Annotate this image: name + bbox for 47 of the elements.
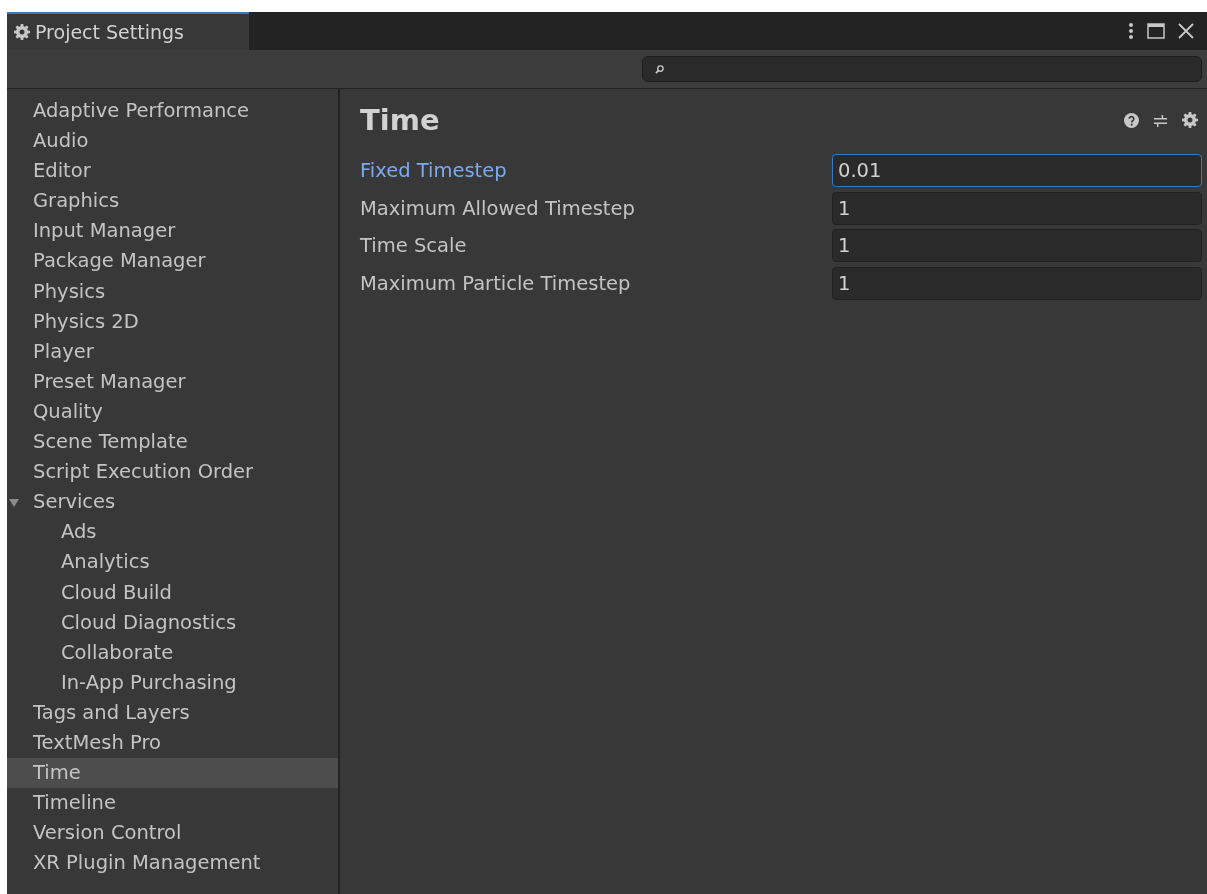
- input-field[interactable]: 0.01: [832, 154, 1202, 188]
- settings-item[interactable]: Cloud Diagnostics: [7, 607, 338, 638]
- search-icon: [655, 64, 664, 74]
- settings-item[interactable]: Tags and Layers: [7, 697, 338, 728]
- settings-item[interactable]: Cloud Build: [7, 577, 338, 608]
- field-label: Fixed Timestep: [360, 159, 508, 183]
- settings-item[interactable]: Timeline: [7, 788, 338, 819]
- page-title: Time: [360, 103, 441, 137]
- gear-icon: [14, 24, 30, 40]
- settings-item[interactable]: Editor: [7, 156, 338, 187]
- settings-item[interactable]: Ads: [7, 517, 338, 548]
- field-label: Maximum Particle Timestep: [360, 271, 632, 295]
- window-tab[interactable]: Project Settings: [7, 12, 249, 50]
- close-icon[interactable]: [1178, 23, 1194, 39]
- expand-arrow-icon[interactable]: [9, 498, 19, 509]
- settings-item[interactable]: Script Execution Order: [7, 457, 338, 488]
- help-icon[interactable]: [1124, 112, 1139, 128]
- settings-item[interactable]: Services: [7, 487, 338, 518]
- settings-item[interactable]: Audio: [7, 126, 338, 157]
- settings-item[interactable]: Time: [7, 758, 338, 789]
- settings-item[interactable]: In-App Purchasing: [7, 667, 338, 698]
- settings-item[interactable]: Preset Manager: [7, 366, 338, 397]
- settings-item[interactable]: Physics: [7, 276, 338, 307]
- settings-item[interactable]: Graphics: [7, 186, 338, 217]
- settings-item[interactable]: Input Manager: [7, 216, 338, 247]
- input-field[interactable]: 1: [832, 229, 1202, 263]
- settings-item[interactable]: Package Manager: [7, 246, 338, 277]
- settings-item[interactable]: Collaborate: [7, 637, 338, 668]
- settings-item[interactable]: Quality: [7, 396, 338, 428]
- settings-item[interactable]: Scene Template: [7, 427, 338, 458]
- field-label: Maximum Allowed Timestep: [360, 196, 636, 220]
- settings-item[interactable]: XR Plugin Management: [7, 848, 338, 879]
- search-field[interactable]: [642, 56, 1202, 82]
- window-title: Project Settings: [35, 21, 184, 43]
- input-field[interactable]: 1: [832, 191, 1202, 225]
- input-field[interactable]: 1: [832, 266, 1202, 300]
- settings-item[interactable]: Player: [7, 336, 338, 367]
- settings-item[interactable]: Version Control: [7, 818, 338, 849]
- settings-item[interactable]: Adaptive Performance: [7, 96, 338, 127]
- settings-item[interactable]: TextMesh Pro: [7, 727, 338, 759]
- gear-icon[interactable]: [1182, 112, 1198, 128]
- maximize-icon[interactable]: [1147, 23, 1165, 39]
- settings-item[interactable]: Physics 2D: [7, 306, 338, 337]
- settings-item[interactable]: Analytics: [7, 547, 338, 578]
- more-menu-icon[interactable]: [1128, 22, 1134, 40]
- field-label: Time Scale: [360, 234, 468, 258]
- sliders-icon[interactable]: [1153, 112, 1168, 128]
